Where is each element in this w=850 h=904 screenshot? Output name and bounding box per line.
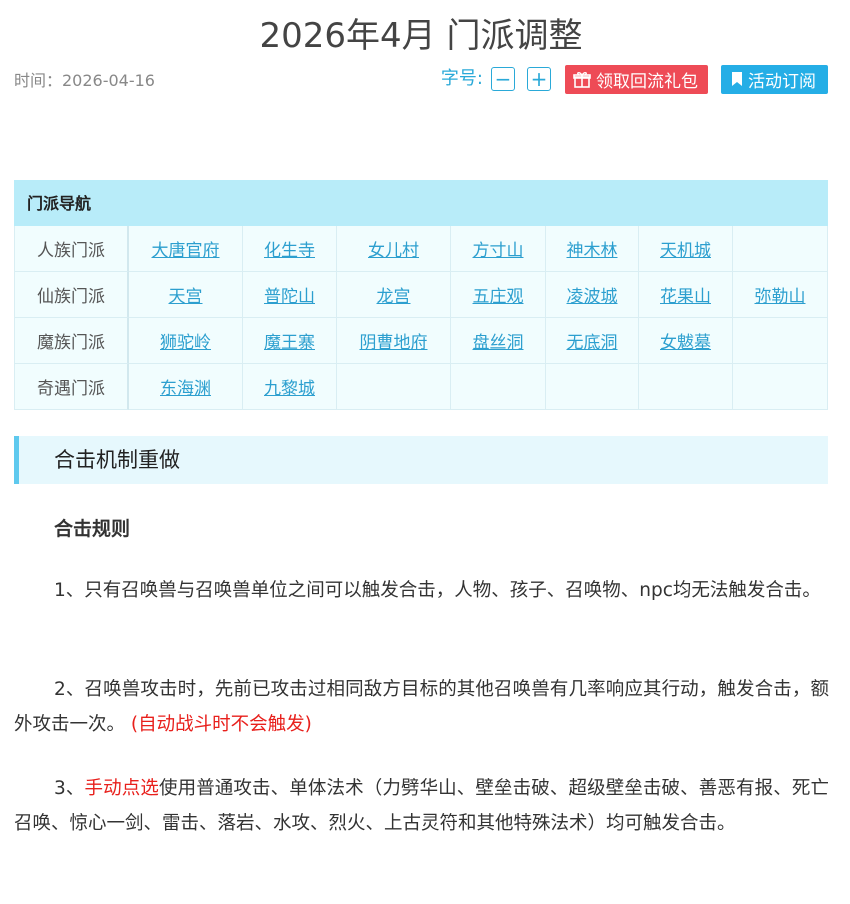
sect-nav-cell: 天宫: [129, 272, 243, 318]
gift-button-label: 领取回流礼包: [596, 71, 698, 92]
empty-nav-cell: [639, 364, 733, 410]
sect-link[interactable]: 神木林: [567, 236, 618, 261]
sect-nav-cell: 九黎城: [243, 364, 337, 410]
font-size-label: 字号:: [440, 68, 483, 89]
sect-nav-cell: 普陀山: [243, 272, 337, 318]
empty-nav-cell: [733, 318, 828, 364]
auto-battle-note: (自动战斗时不会触发): [130, 714, 312, 735]
sect-nav-cell: 天机城: [639, 226, 733, 272]
sect-link[interactable]: 东海渊: [160, 374, 211, 399]
sect-link[interactable]: 大唐官府: [152, 236, 220, 261]
sect-link[interactable]: 天机城: [660, 236, 711, 261]
rule-paragraph-2: 2、召唤兽攻击时，先前已攻击过相同敌方目标的其他召唤兽有几率响应其行动，触发合击…: [14, 672, 829, 742]
empty-nav-cell: [546, 364, 639, 410]
rule-paragraph-1: 1、只有召唤兽与召唤兽单位之间可以触发合击，人物、孩子、召唤物、npc均无法触发…: [14, 573, 829, 608]
rules-subtitle: 合击规则: [54, 518, 131, 540]
empty-nav-cell: [733, 226, 828, 272]
font-decrease-button[interactable]: −: [491, 67, 515, 91]
sect-nav-cell: 弥勒山: [733, 272, 828, 318]
sect-link[interactable]: 弥勒山: [755, 282, 806, 307]
sect-nav-cell: 无底洞: [546, 318, 639, 364]
manual-select-highlight: 手动点选: [84, 778, 159, 799]
font-increase-button[interactable]: +: [527, 67, 551, 91]
sect-link[interactable]: 盘丝洞: [473, 328, 524, 353]
sect-category-label: 仙族门派: [14, 272, 129, 318]
sect-nav-cell: 东海渊: [129, 364, 243, 410]
sect-link[interactable]: 凌波城: [567, 282, 618, 307]
sect-category-label: 魔族门派: [14, 318, 129, 364]
sect-nav-cell: 龙宫: [337, 272, 451, 318]
sect-nav-grid: 人族门派 大唐官府 化生寺 女儿村 方寸山 神木林 天机城仙族门派 天宫 普陀山 龙宫 五庄观 凌波城…: [14, 226, 828, 410]
sect-link[interactable]: 九黎城: [264, 374, 315, 399]
empty-nav-cell: [733, 364, 828, 410]
sect-link[interactable]: 龙宫: [377, 282, 411, 307]
rule-1-text: 1、只有召唤兽与召唤兽单位之间可以触发合击，人物、孩子、召唤物、npc均无法触发…: [54, 580, 821, 601]
sect-nav-cell: 女魃墓: [639, 318, 733, 364]
sect-nav-cell: 方寸山: [451, 226, 546, 272]
publish-time: 时间：2026-04-16: [14, 71, 155, 90]
sect-link[interactable]: 五庄观: [473, 282, 524, 307]
sect-nav-cell: 大唐官府: [129, 226, 243, 272]
empty-nav-cell: [451, 364, 546, 410]
sect-nav-cell: 狮驼岭: [129, 318, 243, 364]
minus-icon: −: [494, 67, 512, 91]
sect-nav-cell: 魔王寨: [243, 318, 337, 364]
sect-link[interactable]: 花果山: [660, 282, 711, 307]
activity-subscribe-button[interactable]: 活动订阅: [721, 64, 828, 94]
sect-link[interactable]: 魔王寨: [264, 328, 315, 353]
subscribe-button-label: 活动订阅: [748, 71, 816, 92]
sect-nav-cell: 女儿村: [337, 226, 451, 272]
sect-nav-cell: 化生寺: [243, 226, 337, 272]
toolbar: 字号: − + 领取回流礼包 活动订阅: [441, 64, 828, 94]
sect-link[interactable]: 女魃墓: [660, 328, 711, 353]
sect-link[interactable]: 化生寺: [264, 236, 315, 261]
sect-nav-cell: 盘丝洞: [451, 318, 546, 364]
sect-link[interactable]: 女儿村: [368, 236, 419, 261]
empty-nav-cell: [337, 364, 451, 410]
sect-nav-cell: 阴曹地府: [337, 318, 451, 364]
sect-link[interactable]: 无底洞: [567, 328, 618, 353]
sect-link[interactable]: 天宫: [169, 282, 203, 307]
claim-return-gift-button[interactable]: 领取回流礼包: [565, 64, 708, 94]
sect-link[interactable]: 阴曹地府: [360, 328, 428, 353]
sect-category-label: 奇遇门派: [14, 364, 129, 410]
bookmark-icon: [732, 72, 742, 86]
rule-3-prefix: 3、: [54, 778, 85, 799]
plus-icon: +: [530, 67, 548, 91]
sect-link[interactable]: 方寸山: [473, 236, 524, 261]
page-title: 2026年4月 门派调整: [259, 16, 583, 56]
sect-nav-cell: 五庄观: [451, 272, 546, 318]
gift-icon: [573, 72, 591, 88]
sect-link[interactable]: 狮驼岭: [160, 328, 211, 353]
rule-paragraph-3: 3、手动点选使用普通攻击、单体法术（力劈华山、壁垒击破、超级壁垒击破、善恶有报、…: [14, 771, 829, 841]
sect-nav-cell: 神木林: [546, 226, 639, 272]
sect-nav-cell: 凌波城: [546, 272, 639, 318]
sect-category-label: 人族门派: [14, 226, 129, 272]
sect-link[interactable]: 普陀山: [264, 282, 315, 307]
section-heading: 合击机制重做: [14, 436, 828, 484]
sect-nav-title: 门派导航: [14, 180, 828, 226]
sect-nav-cell: 花果山: [639, 272, 733, 318]
